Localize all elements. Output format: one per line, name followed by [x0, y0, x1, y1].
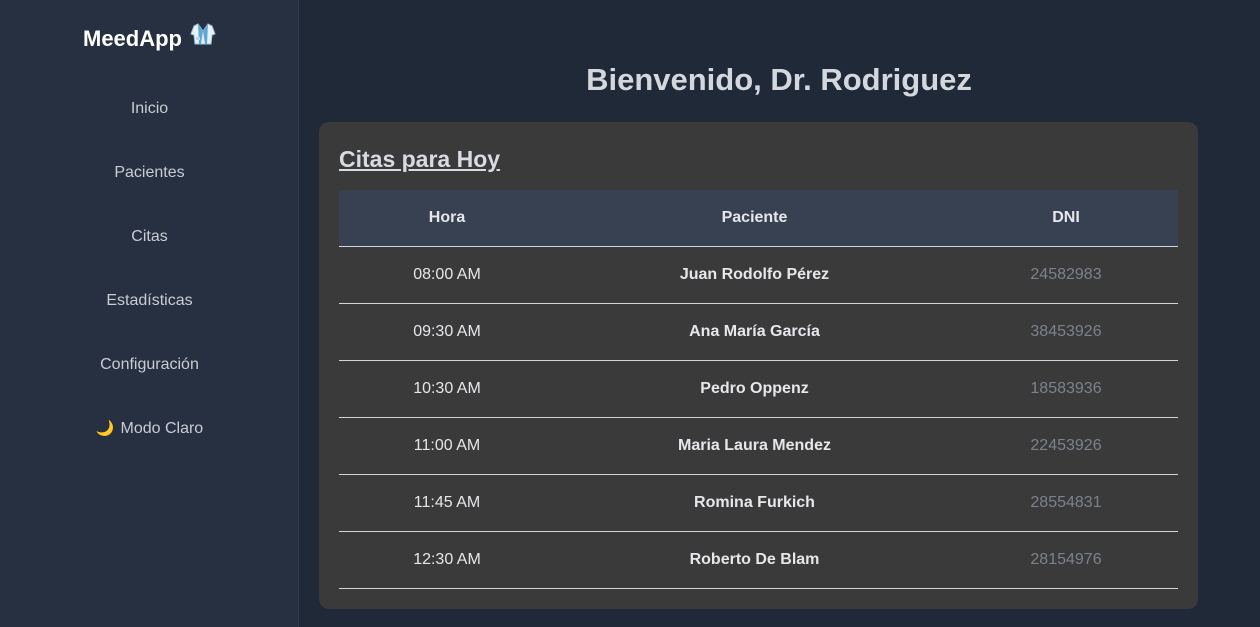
row-dni: 22453926	[954, 417, 1178, 475]
sidebar: MeedApp Inicio Pacientes Citas Estadísti…	[0, 0, 299, 627]
main-content: Bienvenido, Dr. Rodriguez Citas para Hoy…	[299, 0, 1260, 627]
column-header-hora: Hora	[339, 190, 555, 247]
theme-toggle[interactable]: 🌙 Modo Claro	[0, 397, 299, 461]
sidebar-item-configuracion[interactable]: Configuración	[0, 333, 299, 397]
row-paciente: Roberto De Blam	[555, 531, 954, 589]
row-paciente: Romina Furkich	[555, 474, 954, 532]
column-header-dni: DNI	[954, 190, 1178, 247]
sidebar-item-citas[interactable]: Citas	[0, 205, 299, 269]
moon-icon: 🌙	[95, 420, 115, 437]
row-paciente: Pedro Oppenz	[555, 360, 954, 418]
page-title: Bienvenido, Dr. Rodriguez	[586, 62, 972, 97]
row-paciente: Juan Rodolfo Pérez	[555, 246, 954, 304]
brand[interactable]: MeedApp	[0, 22, 299, 54]
table-row[interactable]: 11:45 AM Romina Furkich 28554831	[339, 474, 1178, 532]
table-row[interactable]: 08:00 AM Juan Rodolfo Pérez 24582983	[339, 246, 1178, 304]
sidebar-item-estadisticas[interactable]: Estadísticas	[0, 269, 299, 333]
row-paciente: Ana María García	[555, 303, 954, 361]
appointments-card: Citas para Hoy Hora Paciente DNI 08:00 A…	[319, 122, 1198, 609]
sidebar-nav: Inicio Pacientes Citas Estadísticas Conf…	[0, 77, 299, 461]
row-dni: 18583936	[954, 360, 1178, 418]
row-dni: 24582983	[954, 246, 1178, 304]
table-row[interactable]: 11:00 AM Maria Laura Mendez 22453926	[339, 417, 1178, 475]
doctor-coat-icon	[190, 22, 216, 54]
table-row[interactable]: 10:30 AM Pedro Oppenz 18583936	[339, 360, 1178, 418]
row-dni: 38453926	[954, 303, 1178, 361]
app: MeedApp Inicio Pacientes Citas Estadísti…	[0, 0, 1260, 627]
column-header-paciente: Paciente	[555, 190, 954, 247]
table-row[interactable]: 09:30 AM Ana María García 38453926	[339, 303, 1178, 361]
row-hora: 11:45 AM	[339, 474, 555, 532]
row-hora: 09:30 AM	[339, 303, 555, 361]
table-row[interactable]: 12:30 AM Roberto De Blam 28154976	[339, 531, 1178, 589]
theme-toggle-label: Modo Claro	[120, 420, 204, 437]
table-header-row: Hora Paciente DNI	[339, 190, 1178, 247]
sidebar-item-inicio[interactable]: Inicio	[0, 77, 299, 141]
row-hora: 12:30 AM	[339, 531, 555, 589]
row-hora: 10:30 AM	[339, 360, 555, 418]
card-title[interactable]: Citas para Hoy	[339, 144, 500, 174]
sidebar-item-pacientes[interactable]: Pacientes	[0, 141, 299, 205]
row-hora: 11:00 AM	[339, 417, 555, 475]
row-dni: 28154976	[954, 531, 1178, 589]
row-dni: 28554831	[954, 474, 1178, 532]
row-paciente: Maria Laura Mendez	[555, 417, 954, 475]
brand-name: MeedApp	[83, 26, 182, 51]
row-hora: 08:00 AM	[339, 246, 555, 304]
appointments-table: Hora Paciente DNI 08:00 AM Juan Rodolfo …	[339, 190, 1178, 589]
